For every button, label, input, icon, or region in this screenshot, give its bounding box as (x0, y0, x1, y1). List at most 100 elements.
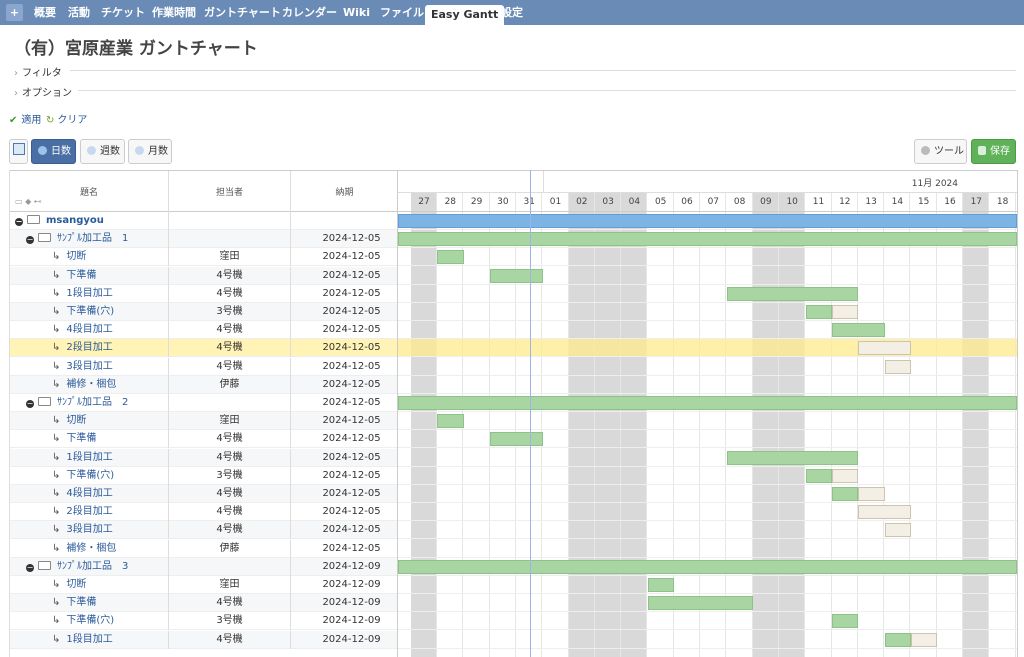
task-name[interactable]: ↳ 4段目加工 (10, 321, 169, 340)
task-row[interactable]: ↳ 4段目加工 4号機 2024-12-05 (10, 321, 398, 340)
tab-gantt[interactable]: ガントチャート (204, 4, 281, 21)
task-name-label[interactable]: 1段目加工 (66, 634, 112, 645)
task-name[interactable]: ↳ 補修・梱包 (10, 539, 169, 558)
task-bar[interactable] (884, 359, 911, 374)
task-name[interactable]: ↳ 4段目加工 (10, 485, 169, 503)
task-name-label[interactable]: 4段目加工 (66, 324, 112, 335)
task-bar[interactable] (910, 632, 938, 647)
task-name-label[interactable]: 切断 (66, 251, 86, 262)
task-row[interactable]: ↳ 切断 窪田 2024-12-05 (10, 412, 398, 431)
task-row[interactable]: − ｻﾝﾌﾟﾙ加工品 3 2024-12-09 (10, 557, 398, 576)
task-name-label[interactable]: msangyou (46, 215, 104, 226)
task-bar[interactable] (647, 596, 754, 611)
task-name-label[interactable]: ｻﾝﾌﾟﾙ加工品 3 (57, 561, 128, 572)
collapse-icon[interactable]: − (26, 236, 34, 245)
filter-toggle[interactable]: › フィルタ (14, 64, 62, 79)
task-row[interactable]: ↳ 1段目加工 4号機 2024-12-05 (10, 284, 398, 303)
task-name-label[interactable]: 補修・梱包 (66, 543, 116, 554)
task-name[interactable]: − msangyou (10, 212, 169, 230)
task-bar[interactable] (831, 323, 885, 338)
task-name[interactable]: ↳ 切断 (10, 576, 169, 594)
task-row[interactable]: ↳ 1段目加工 4号機 2024-12-09 (10, 630, 398, 649)
task-row[interactable]: ↳ 補修・梱包 伊藤 2024-12-05 (10, 539, 398, 558)
options-toggle[interactable]: › オプション (14, 84, 72, 99)
calendar-toggle-button[interactable] (9, 139, 28, 164)
task-row[interactable]: ↳ 下準備(穴) 3号機 2024-12-09 (10, 612, 398, 631)
tab-easy-gantt[interactable]: Easy Gantt (425, 5, 505, 25)
task-bar[interactable] (490, 432, 543, 447)
task-name-label[interactable]: ｻﾝﾌﾟﾙ加工品 2 (57, 397, 128, 408)
task-name-label[interactable]: 1段目加工 (66, 288, 112, 299)
collapse-icon[interactable]: − (26, 563, 34, 572)
task-row[interactable]: ↳ 下準備(穴) 3号機 2024-12-05 (10, 466, 398, 485)
parent-task-bar[interactable] (398, 396, 1017, 410)
tab-settings[interactable]: 設定 (501, 4, 523, 21)
task-row[interactable]: ↳ 下準備 4号機 2024-12-09 (10, 594, 398, 613)
task-name-label[interactable]: 1段目加工 (66, 452, 112, 463)
task-bar[interactable] (490, 268, 543, 283)
zoom-weeks-button[interactable]: 週数 (80, 139, 125, 164)
column-assignee-header[interactable]: 担当者 (169, 171, 291, 212)
task-name-label[interactable]: 下準備 (66, 270, 96, 281)
task-row[interactable]: ↳ 2段目加工 4号機 2024-12-05 (10, 339, 398, 358)
tab-calendar[interactable]: カレンダー (282, 4, 337, 21)
task-bar[interactable] (437, 414, 464, 429)
parent-task-bar[interactable] (398, 232, 1017, 247)
new-item-button[interactable]: + (6, 4, 23, 21)
task-name[interactable]: ↳ 切断 (10, 412, 169, 431)
task-bar[interactable] (858, 505, 911, 520)
task-bar[interactable] (726, 286, 859, 301)
apply-link[interactable]: ✔ 適用 (9, 111, 41, 126)
task-bar[interactable] (884, 523, 911, 538)
task-name-label[interactable]: 下準備 (66, 433, 96, 444)
task-bar[interactable] (437, 250, 464, 265)
task-bar[interactable] (831, 305, 859, 319)
task-name[interactable]: ↳ 下準備(穴) (10, 612, 169, 631)
tab-files[interactable]: ファイル (380, 4, 424, 21)
task-name[interactable]: ↳ 2段目加工 (10, 503, 169, 522)
task-row[interactable]: ↳ 下準備 4号機 2024-12-05 (10, 430, 398, 449)
task-bar[interactable] (858, 487, 885, 501)
task-name[interactable]: ↳ 補修・梱包 (10, 375, 169, 394)
task-bar[interactable] (858, 341, 911, 356)
task-name[interactable]: − ｻﾝﾌﾟﾙ加工品 1 (10, 230, 169, 249)
zoom-months-button[interactable]: 月数 (128, 139, 172, 164)
task-name[interactable]: ↳ 3段目加工 (10, 357, 169, 376)
task-name[interactable]: ↳ 2段目加工 (10, 339, 169, 358)
task-name-label[interactable]: 4段目加工 (66, 488, 112, 499)
tab-overview[interactable]: 概要 (34, 4, 56, 21)
task-bar[interactable] (805, 305, 832, 319)
task-name[interactable]: ↳ 切断 (10, 248, 169, 267)
task-bar[interactable] (831, 487, 859, 501)
task-name-label[interactable]: 下準備(穴) (66, 615, 114, 626)
task-name-label[interactable]: 3段目加工 (66, 524, 112, 535)
task-bar[interactable] (647, 578, 675, 592)
task-row[interactable]: ↳ 下準備 4号機 2024-12-05 (10, 266, 398, 285)
task-row[interactable]: ↳ 3段目加工 4号機 2024-12-05 (10, 357, 398, 376)
task-name-label[interactable]: 切断 (66, 579, 86, 590)
task-row[interactable]: ↳ 切断 窪田 2024-12-09 (10, 576, 398, 594)
task-name-label[interactable]: ｻﾝﾌﾟﾙ加工品 1 (57, 233, 128, 244)
collapse-icon[interactable]: − (26, 400, 34, 408)
parent-task-bar[interactable] (398, 559, 1017, 574)
tab-time-entries[interactable]: 作業時間 (152, 4, 196, 21)
zoom-days-button[interactable]: 日数 (31, 139, 76, 164)
task-name[interactable]: ↳ 下準備(穴) (10, 303, 169, 321)
folder-icon[interactable]: ▭ ◆ ⊷ (15, 197, 42, 206)
task-bar[interactable] (831, 468, 859, 483)
project-bar[interactable] (398, 214, 1017, 228)
task-row[interactable]: ↳ 3段目加工 4号機 2024-12-05 (10, 521, 398, 540)
clear-link[interactable]: ↻ クリア (46, 111, 87, 126)
tools-button[interactable]: ツール (914, 139, 967, 164)
collapse-icon[interactable]: − (15, 218, 23, 226)
tab-wiki[interactable]: Wiki (343, 4, 370, 21)
task-name[interactable]: ↳ 下準備 (10, 594, 169, 613)
task-name[interactable]: ↳ 1段目加工 (10, 284, 169, 303)
column-name-header[interactable]: 題名 ▭ ◆ ⊷ (10, 171, 169, 212)
task-bar[interactable] (805, 468, 832, 483)
task-name[interactable]: ↳ 下準備 (10, 430, 169, 449)
task-name-label[interactable]: 下準備(穴) (66, 470, 114, 481)
task-bar[interactable] (726, 450, 859, 465)
task-row[interactable]: ↳ 切断 窪田 2024-12-05 (10, 248, 398, 267)
task-name-label[interactable]: 補修・梱包 (66, 379, 116, 390)
